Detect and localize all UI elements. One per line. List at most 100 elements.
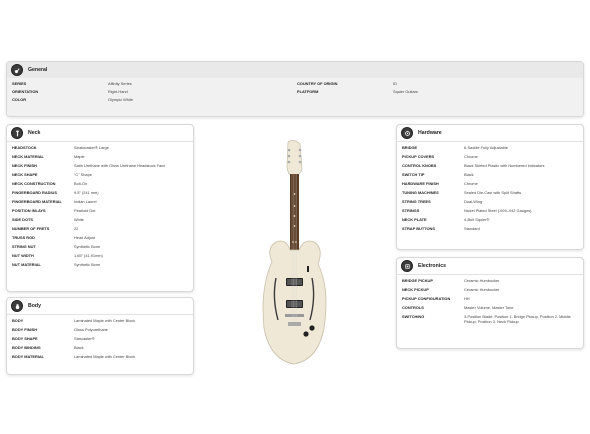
hardware-spec-value: Chrome — [464, 154, 478, 159]
body-spec-value: Gloss Polyurethane — [74, 327, 108, 332]
body-spec-label: BODY — [12, 318, 24, 323]
body-spec-label: BODY FINISH — [12, 327, 38, 332]
body-spec-row: BODY Laminated Maple with Center Block — [12, 318, 188, 323]
electronics-spec-row: SWITCHING 3-Position Blade: Position 1. B… — [402, 314, 578, 324]
general-title: General — [28, 67, 48, 73]
hardware-spec-row: STRING TREES Dual-Wing — [402, 199, 578, 204]
hardware-spec-label: NECK PLATE — [402, 217, 427, 222]
hardware-spec-row: STRINGS Nickel Plated Steel (.009-.042 Ga… — [402, 208, 578, 213]
body-spec-label: BODY SHAPE — [12, 336, 38, 341]
hardware-spec-value: Standard — [464, 226, 480, 231]
neck-spec-row: NECK MATERIAL Maple — [12, 154, 188, 159]
general-left-column: SERIES Affinity Series ORIENTATION Right-Ha… — [12, 81, 292, 105]
body-spec-row: BODY FINISH Gloss Polyurethane — [12, 327, 188, 332]
neck-spec-value: 22 — [74, 226, 79, 231]
neck-spec-row: STRING NUT Synthetic Bone — [12, 244, 188, 249]
body-spec-label: BODY BINDING — [12, 345, 41, 350]
hardware-spec-value: 6-Saddle Fully Adjustable — [464, 145, 508, 150]
neck-spec-row: FINGERBOARD MATERIAL Indian Laurel — [12, 199, 188, 204]
neck-spec-row: NUT MATERIAL Synthetic Bone — [12, 262, 188, 267]
guitar-product-image — [244, 138, 344, 376]
neck-spec-row: NECK CONSTRUCTION Bolt-On — [12, 181, 188, 186]
neck-spec-row: NUT WIDTH 1.65" (41.91mm) — [12, 253, 188, 258]
neck-spec-value: Stratocaster® Large — [74, 145, 109, 150]
neck-spec-label: NECK FINISH — [12, 163, 37, 168]
electronics-spec-label: BRIDGE PICKUP — [402, 278, 433, 283]
hardware-spec-label: TUNING MACHINES — [402, 190, 439, 195]
neck-spec-row: NECK SHAPE "C" Shape — [12, 172, 188, 177]
hardware-spec-row: TUNING MACHINES Sealed Die-Cast with Spli… — [402, 190, 578, 195]
body-spec-value: Starcaster® — [74, 336, 95, 341]
body-header: Body — [7, 298, 193, 315]
neck-spec-value: Indian Laurel — [74, 199, 97, 204]
hardware-icon — [401, 127, 413, 139]
hardware-title: Hardware — [418, 130, 442, 136]
general-header: General — [7, 62, 583, 78]
hardware-spec-list: BRIDGE 6-Saddle Fully Adjustable PICKUP CO… — [397, 142, 583, 231]
neck-spec-label: HEADSTOCK — [12, 145, 37, 150]
general-spec-value: Squier Guitars — [393, 89, 418, 94]
neck-spec-value: Synthetic Bone — [74, 262, 101, 267]
neck-spec-value: Bolt-On — [74, 181, 88, 186]
neck-header: Neck — [7, 125, 193, 142]
guitar-body-icon — [11, 300, 23, 312]
neck-spec-value: Head Adjust — [74, 235, 95, 240]
body-card: Body BODY Laminated Maple with Center Blo… — [6, 297, 194, 375]
neck-spec-label: NUT MATERIAL — [12, 262, 41, 267]
general-spec-label: PLATFORM — [297, 89, 319, 94]
neck-spec-value: Synthetic Bone — [74, 244, 101, 249]
guitar-icon — [11, 64, 23, 76]
electronics-spec-value: Ceramic Humbucker — [464, 278, 500, 283]
neck-spec-value: Maple — [74, 154, 85, 159]
electronics-spec-value: Ceramic Humbucker — [464, 287, 500, 292]
electronics-spec-row: CONTROLS Master Volume, Master Tone — [402, 305, 578, 310]
general-spec-row: PLATFORM Squier Guitars — [297, 89, 577, 94]
neck-spec-row: NECK FINISH Satin Urethane with Gloss Ure… — [12, 163, 188, 168]
neck-spec-row: SIDE DOTS White — [12, 217, 188, 222]
hardware-spec-value: Black — [464, 172, 474, 177]
hardware-spec-row: STRAP BUTTONS Standard — [402, 226, 578, 231]
hardware-spec-value: Nickel Plated Steel (.009-.042 Gauges) — [464, 208, 532, 213]
neck-spec-label: SIDE DOTS — [12, 217, 33, 222]
hardware-spec-label: HARDWARE FINISH — [402, 181, 439, 186]
neck-spec-label: NECK SHAPE — [12, 172, 38, 177]
neck-spec-row: NUMBER OF FRETS 22 — [12, 226, 188, 231]
neck-spec-label: NUMBER OF FRETS — [12, 226, 50, 231]
neck-spec-value: Pearloid Dot — [74, 208, 96, 213]
general-spec-label: COLOR — [12, 97, 27, 102]
electronics-spec-row: BRIDGE PICKUP Ceramic Humbucker — [402, 278, 578, 283]
neck-card: Neck HEADSTOCK Stratocaster® Large NECK MA… — [6, 124, 194, 292]
electronics-spec-list: BRIDGE PICKUP Ceramic Humbucker NECK PICKU… — [397, 275, 583, 324]
general-right-column: COUNTRY OF ORIGIN ID PLATFORM Squier Guitar… — [297, 81, 577, 97]
neck-title: Neck — [28, 130, 41, 136]
body-spec-value: Black — [74, 345, 84, 350]
general-spec-row: COLOR Olympic White — [12, 97, 292, 102]
hardware-spec-row: HARDWARE FINISH Chrome — [402, 181, 578, 186]
hardware-spec-row: SWITCH TIP Black — [402, 172, 578, 177]
neck-spec-label: FINGERBOARD MATERIAL — [12, 199, 62, 204]
neck-spec-value: 1.65" (41.91mm) — [74, 253, 103, 258]
electronics-spec-value: Master Volume, Master Tone — [464, 305, 514, 310]
hardware-spec-value: Chrome — [464, 181, 478, 186]
hardware-header: Hardware — [397, 125, 583, 142]
body-spec-row: BODY SHAPE Starcaster® — [12, 336, 188, 341]
general-spec-value: ID — [393, 81, 397, 86]
electronics-spec-label: NECK PICKUP — [402, 287, 429, 292]
neck-spec-list: HEADSTOCK Stratocaster® Large NECK MATERIA… — [7, 142, 193, 267]
hardware-spec-value: Dual-Wing — [464, 199, 483, 204]
hardware-spec-value: Sealed Die-Cast with Split Shafts — [464, 190, 522, 195]
body-spec-value: Laminated Maple with Center Block — [74, 318, 136, 323]
general-spec-value: Right-Hand — [108, 89, 128, 94]
neck-spec-value: "C" Shape — [74, 172, 92, 177]
neck-spec-row: POSITION INLAYS Pearloid Dot — [12, 208, 188, 213]
hardware-spec-label: STRAP BUTTONS — [402, 226, 435, 231]
body-title: Body — [28, 303, 41, 309]
electronics-icon — [401, 260, 413, 272]
neck-spec-row: TRUSS ROD Head Adjust — [12, 235, 188, 240]
electronics-spec-label: CONTROLS — [402, 305, 424, 310]
neck-spec-value: White — [74, 217, 84, 222]
electronics-spec-label: PICKUP CONFIGURATION — [402, 296, 451, 301]
hardware-spec-row: PICKUP COVERS Chrome — [402, 154, 578, 159]
electronics-card: Electronics BRIDGE PICKUP Ceramic Humbuck… — [396, 257, 584, 349]
neck-spec-label: NECK MATERIAL — [12, 154, 44, 159]
